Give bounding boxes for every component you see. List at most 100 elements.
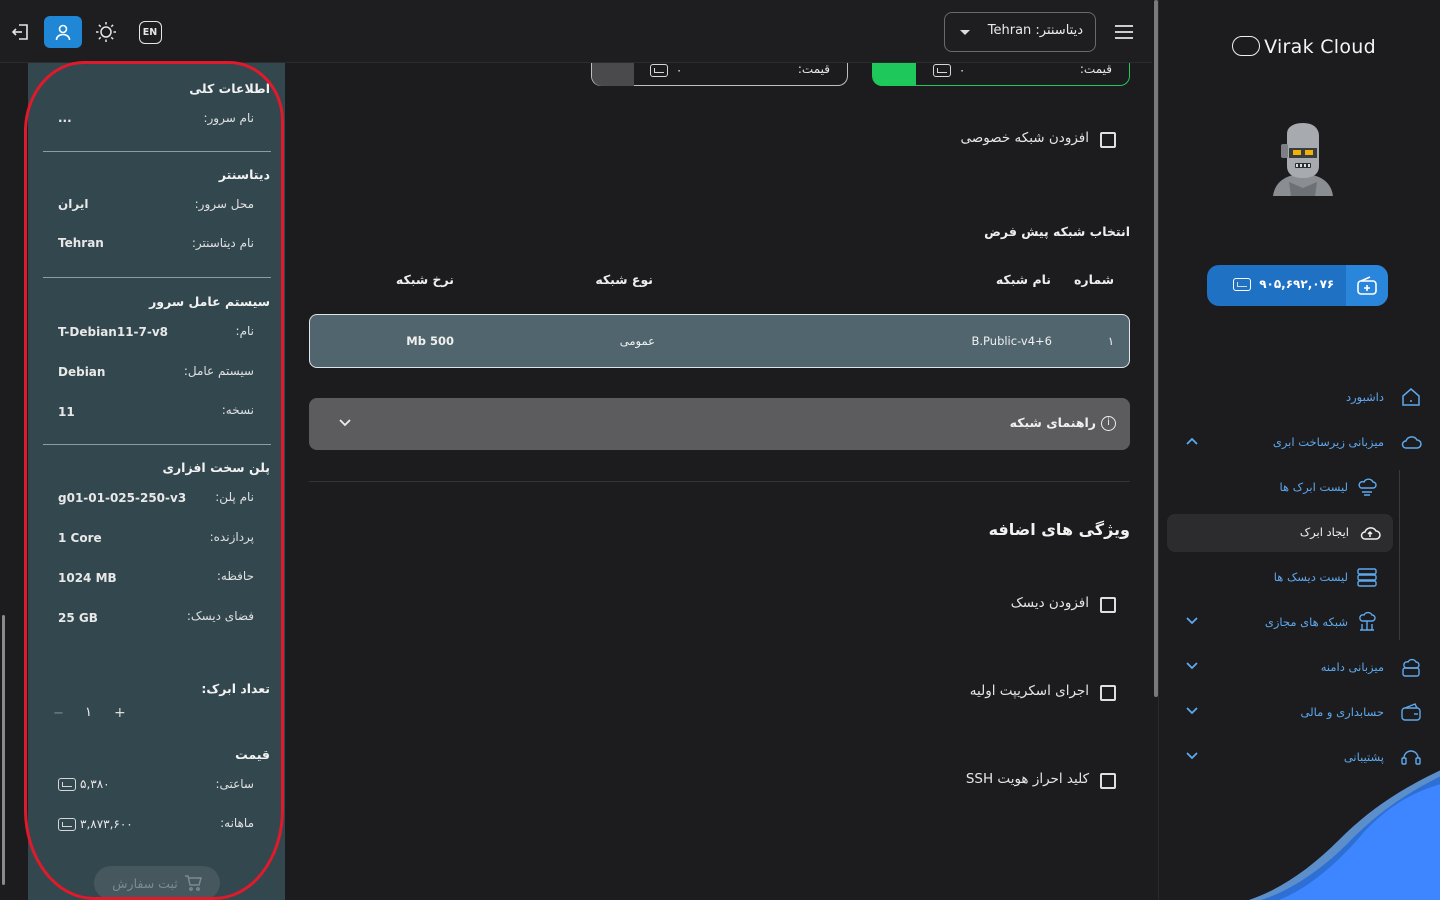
home-icon bbox=[1402, 388, 1420, 406]
wallet-balance-button[interactable]: ۹۰۵,۶۹۲,۰۷۶ bbox=[1207, 265, 1388, 306]
init-script-checkbox[interactable] bbox=[1100, 685, 1116, 701]
nav-domain-hosting[interactable]: میزبانی دامنه bbox=[1159, 647, 1440, 687]
os-name-value: T-Debian11-7-v8 bbox=[58, 325, 169, 339]
nav-virtual-networks-label: شبکه های مجازی bbox=[1264, 615, 1348, 629]
datacenter-name-value: Tehran bbox=[58, 236, 104, 250]
info-icon: i bbox=[1101, 416, 1116, 431]
brand-name: Virak Cloud bbox=[1264, 36, 1376, 58]
nav-dashboard[interactable]: داشبورد bbox=[1159, 377, 1440, 417]
extras-title: ویژگی های اضافه bbox=[988, 520, 1130, 539]
nav-virtual-networks[interactable]: شبکه های مجازی bbox=[1159, 602, 1440, 642]
language-label: EN bbox=[138, 20, 162, 44]
user-icon bbox=[55, 24, 71, 41]
nav-cloud-hosting[interactable]: میزبانی زیرساخت ابری bbox=[1159, 422, 1440, 462]
nav-dashboard-label: داشبورد bbox=[1345, 390, 1384, 404]
nav-accounting[interactable]: حسابداری و مالی bbox=[1159, 692, 1440, 732]
hourly-value: ۵,۳۸۰ bbox=[80, 777, 110, 791]
nav-disk-list[interactable]: لیست دیسک ها bbox=[1159, 557, 1440, 597]
location-value: ایران bbox=[58, 197, 89, 211]
main-content: قیمت: ۰ قیمت: ۰ افزودن شبکه خصوصی انتخاب… bbox=[285, 63, 1152, 900]
language-button[interactable]: EN bbox=[132, 16, 168, 48]
cpu-label: پردازنده: bbox=[209, 530, 254, 544]
rial-icon bbox=[650, 64, 668, 77]
add-disk-checkbox[interactable] bbox=[1100, 597, 1116, 613]
cloud-logo-icon bbox=[1232, 36, 1261, 56]
rial-icon bbox=[933, 64, 951, 77]
chevron-down-icon bbox=[1186, 617, 1198, 625]
datacenter-select[interactable]: دیتاسنتر: Tehran bbox=[944, 12, 1096, 52]
price-title: قیمت bbox=[235, 747, 270, 762]
cloud-upload-icon bbox=[1360, 527, 1381, 540]
version-label: نسخه: bbox=[221, 403, 254, 417]
nav-support-label: پشتیبانی bbox=[1343, 750, 1384, 764]
network-icon bbox=[1359, 611, 1376, 631]
count-minus-button[interactable]: − bbox=[53, 706, 64, 721]
wallet-icon bbox=[1401, 703, 1421, 721]
support-icon bbox=[1401, 750, 1421, 765]
chevron-down-icon bbox=[339, 419, 351, 427]
monthly-price: ۳,۸۷۳,۶۰۰ bbox=[58, 817, 133, 831]
brand-logo: Virak Cloud bbox=[1232, 36, 1376, 58]
price-label: قیمت: bbox=[1079, 63, 1112, 76]
top-bar: EN دیتاسنتر: Tehran bbox=[0, 0, 1152, 63]
submit-order-label: ثبت سفارش bbox=[112, 875, 178, 891]
plan-title: پلن سخت افزاری bbox=[162, 460, 270, 475]
price-value-1: ۰ bbox=[933, 63, 965, 77]
count-value[interactable]: ۱ bbox=[85, 705, 92, 720]
datacenter-name-label: نام دیتاسنتر: bbox=[191, 236, 254, 250]
location-label: محل سرور: bbox=[194, 197, 254, 211]
wallet-add-button[interactable] bbox=[1346, 265, 1388, 306]
col-type-header: نوع شبکه bbox=[595, 272, 653, 287]
nav-create-cloud-label: ایجاد ابرک bbox=[1299, 525, 1349, 539]
plan-name-label: نام پلن: bbox=[215, 490, 254, 504]
private-network-checkbox[interactable] bbox=[1100, 132, 1116, 148]
rial-icon bbox=[1233, 278, 1251, 291]
user-profile-button[interactable] bbox=[44, 16, 82, 48]
price-card-accent bbox=[592, 63, 634, 86]
network-row[interactable]: ۱ B.Public-v4+6 عمومی 500 Mb bbox=[309, 314, 1130, 368]
price-label: قیمت: bbox=[797, 63, 830, 76]
cart-icon bbox=[184, 875, 202, 891]
network-type: عمومی bbox=[619, 334, 655, 348]
divider bbox=[43, 151, 271, 152]
os-title: سیستم عامل سرور bbox=[149, 294, 270, 309]
wallet-add-icon bbox=[1357, 275, 1377, 295]
submit-order-button[interactable]: ثبت سفارش bbox=[94, 866, 220, 900]
disk-label: فضای دیسک: bbox=[186, 609, 254, 623]
price-card-accent bbox=[873, 63, 916, 86]
price-value-2: ۰ bbox=[650, 63, 682, 77]
divider bbox=[43, 277, 271, 278]
disk-value: 25 GB bbox=[58, 611, 98, 625]
hourly-price: ۵,۳۸۰ bbox=[58, 777, 110, 791]
count-plus-button[interactable]: + bbox=[114, 705, 126, 721]
nav-accounting-label: حسابداری و مالی bbox=[1300, 705, 1384, 719]
chevron-down-icon bbox=[1186, 752, 1198, 760]
left-scrollbar[interactable] bbox=[2, 615, 5, 885]
cloud-list-icon bbox=[1358, 478, 1377, 496]
network-number: ۱ bbox=[1107, 334, 1114, 348]
wallet-balance-value: ۹۰۵,۶۹۲,۰۷۶ bbox=[1259, 277, 1335, 291]
plan-name-value: g01-01-025-250-v3 bbox=[58, 491, 187, 505]
nav-cloud-list[interactable]: لیست ابرک ها bbox=[1159, 467, 1440, 507]
price-card-selected[interactable]: قیمت: ۰ bbox=[872, 63, 1130, 86]
chevron-down-icon bbox=[1186, 662, 1198, 670]
price-card[interactable]: قیمت: ۰ bbox=[591, 63, 848, 86]
ram-value: 1024 MB bbox=[58, 571, 117, 585]
ssh-key-label: کلید احراز هویت SSH bbox=[965, 771, 1089, 787]
theme-sun-icon[interactable] bbox=[88, 16, 124, 48]
col-number-header: شماره bbox=[1074, 272, 1114, 287]
ssh-key-checkbox[interactable] bbox=[1100, 773, 1116, 789]
count-title: تعداد ابرک: bbox=[201, 681, 270, 696]
nav-disk-list-label: لیست دیسک ها bbox=[1273, 570, 1348, 584]
nav-domain-hosting-label: میزبانی دامنه bbox=[1320, 660, 1384, 674]
monthly-value: ۳,۸۷۳,۶۰۰ bbox=[80, 817, 133, 831]
cpu-value: 1 Core bbox=[58, 531, 102, 545]
hourly-label: ساعتی: bbox=[215, 777, 254, 791]
dns-icon bbox=[1402, 658, 1420, 677]
logout-icon[interactable] bbox=[3, 16, 39, 48]
server-name-value: ... bbox=[58, 111, 72, 125]
menu-hamburger-icon[interactable] bbox=[1106, 16, 1142, 48]
network-guide-accordion[interactable]: i راهنمای شبکه bbox=[309, 398, 1130, 450]
add-disk-label: افزودن دیسک bbox=[1010, 595, 1089, 611]
nav-create-cloud[interactable]: ایجاد ابرک bbox=[1167, 514, 1393, 552]
